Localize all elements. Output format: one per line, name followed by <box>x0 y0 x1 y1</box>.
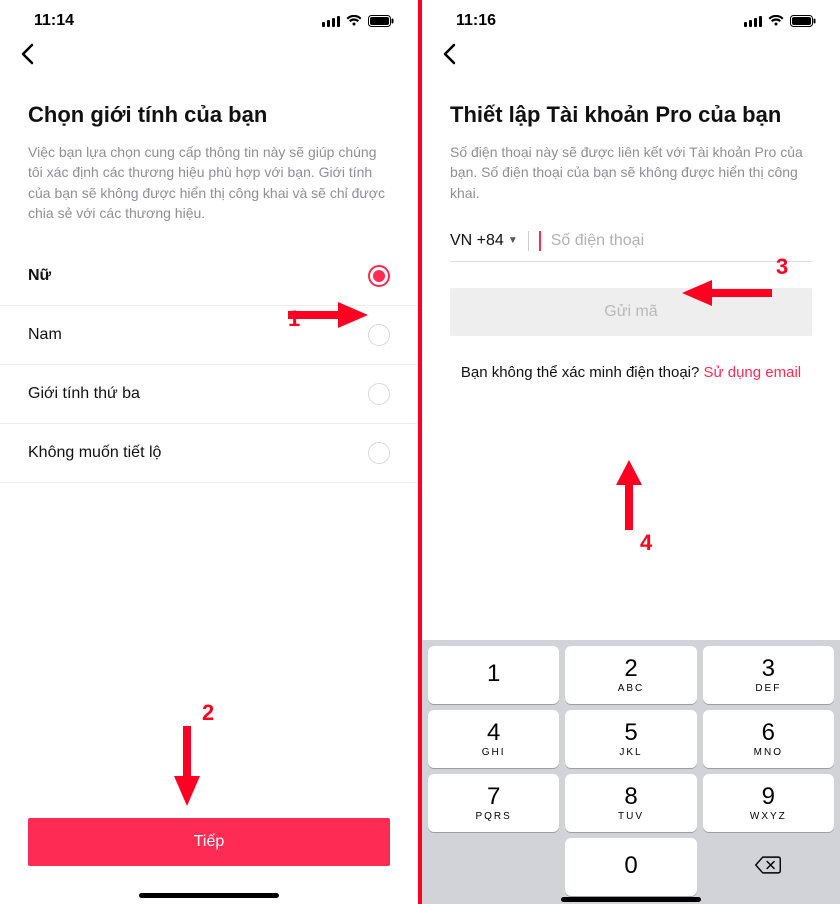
alt-verify-text: Bạn không thể xác minh điện thoại? Sử dụ… <box>450 364 812 381</box>
key-9[interactable]: 9WXYZ <box>703 774 834 832</box>
country-code-label: VN +84 <box>450 232 504 250</box>
option-female[interactable]: Nữ <box>0 247 418 306</box>
annotation-4: 4 <box>614 460 644 536</box>
radio-icon <box>368 442 390 464</box>
back-button[interactable] <box>20 40 34 71</box>
key-6[interactable]: 6MNO <box>703 710 834 768</box>
back-button[interactable] <box>442 40 456 71</box>
nav-bar <box>422 34 840 78</box>
page-description: Việc bạn lựa chọn cung cấp thông tin này… <box>28 142 390 223</box>
country-code-selector[interactable]: VN +84 ▼ <box>450 232 518 250</box>
option-undisclosed[interactable]: Không muốn tiết lộ <box>0 424 418 483</box>
screen-right: 11:16 Thiết lập Tài khoản Pro của bạn Số… <box>422 0 840 904</box>
phone-input-row: VN +84 ▼ <box>450 231 812 262</box>
key-0[interactable]: 0 <box>565 838 696 896</box>
radio-selected-icon <box>368 265 390 287</box>
option-male[interactable]: Nam <box>0 306 418 365</box>
key-5[interactable]: 5JKL <box>565 710 696 768</box>
numeric-keypad: 1 2ABC 3DEF 4GHI 5JKL 6MNO 7PQRS 8TUV 9W… <box>422 640 840 904</box>
send-code-button[interactable]: Gửi mã <box>450 288 812 336</box>
option-label: Nữ <box>28 267 51 285</box>
page-description: Số điện thoại này sẽ được liên kết với T… <box>450 142 812 203</box>
option-label: Nam <box>28 326 62 344</box>
page-title: Chọn giới tính của bạn <box>28 102 390 128</box>
option-label: Không muốn tiết lộ <box>28 444 161 462</box>
home-indicator <box>561 897 701 902</box>
screen-left: 11:14 Chọn giới tính của bạn Việc bạn lự… <box>0 0 418 904</box>
home-indicator <box>139 893 279 898</box>
status-indicators <box>744 15 816 27</box>
status-time: 11:16 <box>456 12 496 30</box>
key-blank <box>428 838 559 896</box>
key-3[interactable]: 3DEF <box>703 646 834 704</box>
status-indicators <box>322 15 394 27</box>
key-4[interactable]: 4GHI <box>428 710 559 768</box>
use-email-link[interactable]: Sử dụng email <box>704 364 802 381</box>
key-1[interactable]: 1 <box>428 646 559 704</box>
chevron-down-icon: ▼ <box>508 235 518 246</box>
text-cursor <box>539 231 541 251</box>
backspace-icon <box>754 855 782 880</box>
key-8[interactable]: 8TUV <box>565 774 696 832</box>
key-7[interactable]: 7PQRS <box>428 774 559 832</box>
phone-input[interactable] <box>551 232 812 250</box>
key-2[interactable]: 2ABC <box>565 646 696 704</box>
status-bar: 11:16 <box>422 0 840 34</box>
gender-options: Nữ Nam Giới tính thứ ba Không muốn tiết … <box>0 247 418 483</box>
nav-bar <box>0 34 418 78</box>
page-title: Thiết lập Tài khoản Pro của bạn <box>450 102 812 128</box>
vertical-separator <box>528 231 529 251</box>
option-thirdgender[interactable]: Giới tính thứ ba <box>0 365 418 424</box>
radio-icon <box>368 324 390 346</box>
annotation-2: 2 <box>172 726 202 812</box>
status-bar: 11:14 <box>0 0 418 34</box>
option-label: Giới tính thứ ba <box>28 385 140 403</box>
send-code-label: Gửi mã <box>604 303 657 321</box>
status-time: 11:14 <box>34 12 74 30</box>
continue-label: Tiếp <box>194 833 225 851</box>
key-backspace[interactable] <box>703 838 834 896</box>
radio-icon <box>368 383 390 405</box>
continue-button[interactable]: Tiếp <box>28 818 390 866</box>
